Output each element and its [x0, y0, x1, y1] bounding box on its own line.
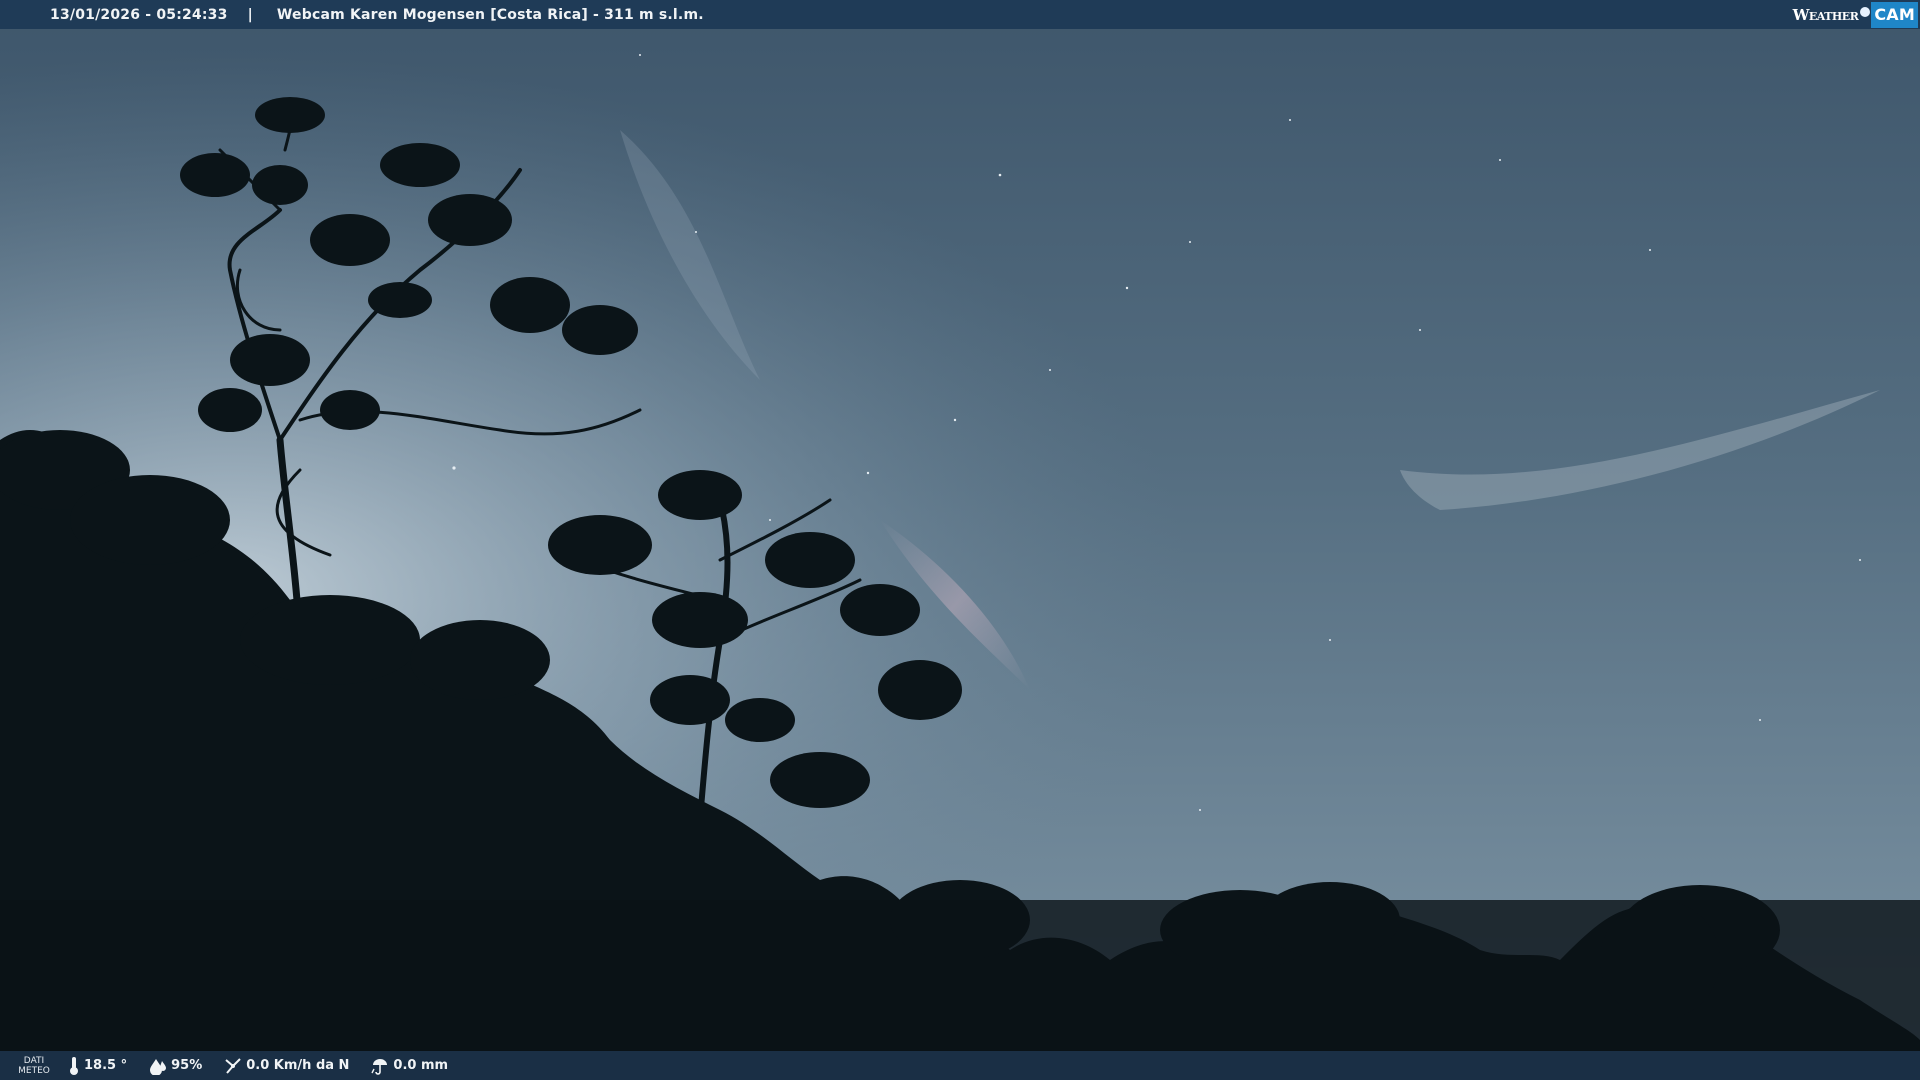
weather-data-label-line2: METEO [18, 1065, 50, 1076]
weather-data-label: DATI METEO [0, 1056, 68, 1076]
webcam-frame: 13/01/2026 - 05:24:33 | Webcam Karen Mog… [0, 0, 1920, 1080]
weather-data-label-line1: DATI [23, 1055, 45, 1066]
webcam-title: Webcam Karen Mogensen [Costa Rica] - 311… [276, 6, 704, 23]
webcam-image [0, 0, 1920, 1080]
humidity-value: 95% [171, 1058, 203, 1073]
wind-value: 0.0 Km/h da N [246, 1058, 350, 1073]
camera-lens-icon [1860, 6, 1871, 17]
datetime-stamp: 13/01/2026 - 05:24:33 [50, 6, 228, 23]
temperature-value: 18.5 ° [84, 1058, 128, 1073]
logo-weather-text: Weather [1792, 5, 1859, 24]
separator: | [247, 6, 253, 23]
wind-reading: 0.0 Km/h da N [224, 1057, 349, 1075]
temperature-reading: 18.5 ° [68, 1056, 127, 1076]
logo-cam-text: CAM [1871, 1, 1918, 28]
weather-data-bar: DATI METEO 18.5 ° 95% 0.0 Km/h da N 0.0 … [0, 1051, 1920, 1080]
thermometer-icon [70, 1056, 78, 1075]
top-info-bar: 13/01/2026 - 05:24:33 | Webcam Karen Mog… [0, 0, 1920, 29]
humidity-reading: 95% [149, 1057, 202, 1075]
rain-gauge-icon [371, 1058, 388, 1075]
wind-icon [225, 1057, 241, 1074]
weathercam-logo: Weather CAM [1793, 0, 1918, 29]
rain-value: 0.0 mm [393, 1058, 449, 1073]
water-drop-icon [150, 1058, 167, 1075]
rain-reading: 0.0 mm [371, 1057, 448, 1075]
